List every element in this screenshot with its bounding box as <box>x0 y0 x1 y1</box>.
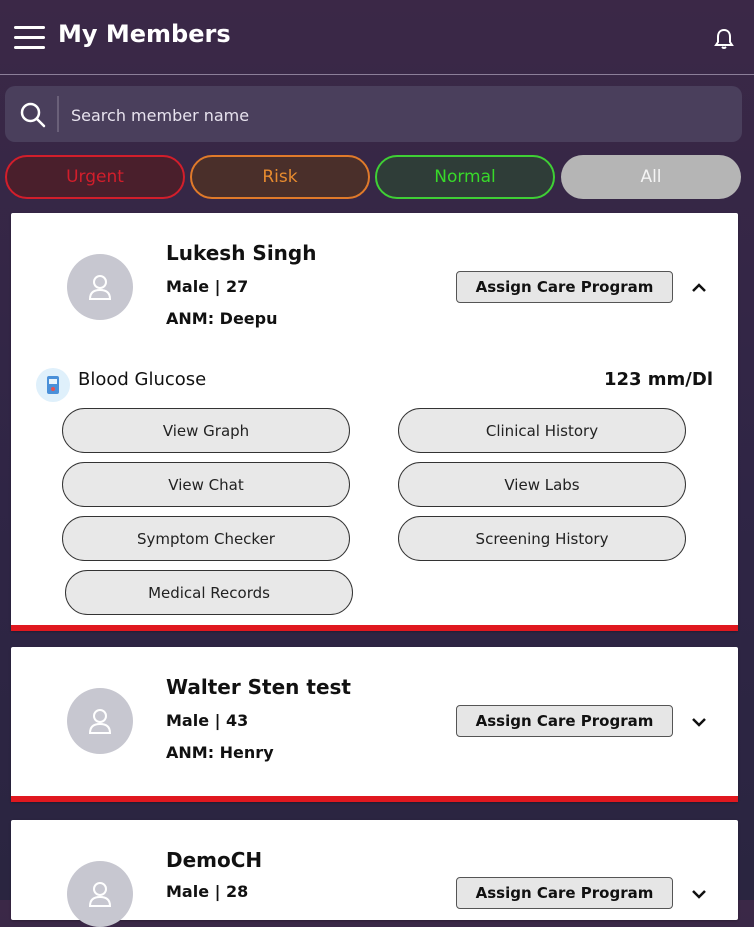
member-card[interactable]: Lukesh Singh Male | 27 ANM: Deepu Assign… <box>11 213 738 631</box>
assign-care-program-button[interactable]: Assign Care Program <box>456 271 673 303</box>
vital-label: Blood Glucose <box>78 369 207 390</box>
screening-history-button[interactable]: Screening History <box>398 516 686 561</box>
avatar <box>67 254 133 320</box>
view-graph-button[interactable]: View Graph <box>62 408 350 453</box>
avatar <box>67 688 133 754</box>
view-labs-button[interactable]: View Labs <box>398 462 686 507</box>
assign-care-program-button[interactable]: Assign Care Program <box>456 877 673 909</box>
member-card[interactable]: Walter Sten test Male | 43 ANM: Henry As… <box>11 647 738 802</box>
page-title: My Members <box>58 20 231 48</box>
member-name: Lukesh Singh <box>166 241 317 265</box>
avatar <box>67 861 133 927</box>
vital-value: 123 mm/Dl <box>603 369 713 390</box>
clinical-history-button[interactable]: Clinical History <box>398 408 686 453</box>
member-anm: ANM: Deepu <box>166 309 278 328</box>
search-divider <box>57 96 59 132</box>
filter-all[interactable]: All <box>561 155 741 199</box>
member-name: Walter Sten test <box>166 675 351 699</box>
member-gender-age: Male | 27 <box>166 277 249 296</box>
chevron-down-icon[interactable] <box>689 712 709 732</box>
chevron-down-icon[interactable] <box>689 884 709 904</box>
search-bar <box>5 86 742 142</box>
chevron-up-icon[interactable] <box>689 278 709 298</box>
symptom-checker-button[interactable]: Symptom Checker <box>62 516 350 561</box>
app-header: My Members <box>0 0 754 75</box>
filter-urgent[interactable]: Urgent <box>5 155 185 199</box>
member-card[interactable]: DemoCH Male | 28 Assign Care Program <box>11 820 738 927</box>
member-gender-age: Male | 28 <box>166 882 249 901</box>
status-bar <box>11 625 738 631</box>
view-chat-button[interactable]: View Chat <box>62 462 350 507</box>
search-input[interactable] <box>69 96 723 134</box>
filter-normal[interactable]: Normal <box>375 155 555 199</box>
assign-care-program-button[interactable]: Assign Care Program <box>456 705 673 737</box>
filter-risk[interactable]: Risk <box>190 155 370 199</box>
medical-records-button[interactable]: Medical Records <box>65 570 353 615</box>
search-icon <box>19 101 47 129</box>
glucometer-icon <box>36 368 70 402</box>
member-anm: ANM: Henry <box>166 743 274 762</box>
member-gender-age: Male | 43 <box>166 711 249 730</box>
hamburger-menu-icon[interactable] <box>14 26 45 50</box>
notification-bell-icon[interactable] <box>713 28 735 50</box>
status-bar <box>11 796 738 802</box>
member-name: DemoCH <box>166 848 263 872</box>
